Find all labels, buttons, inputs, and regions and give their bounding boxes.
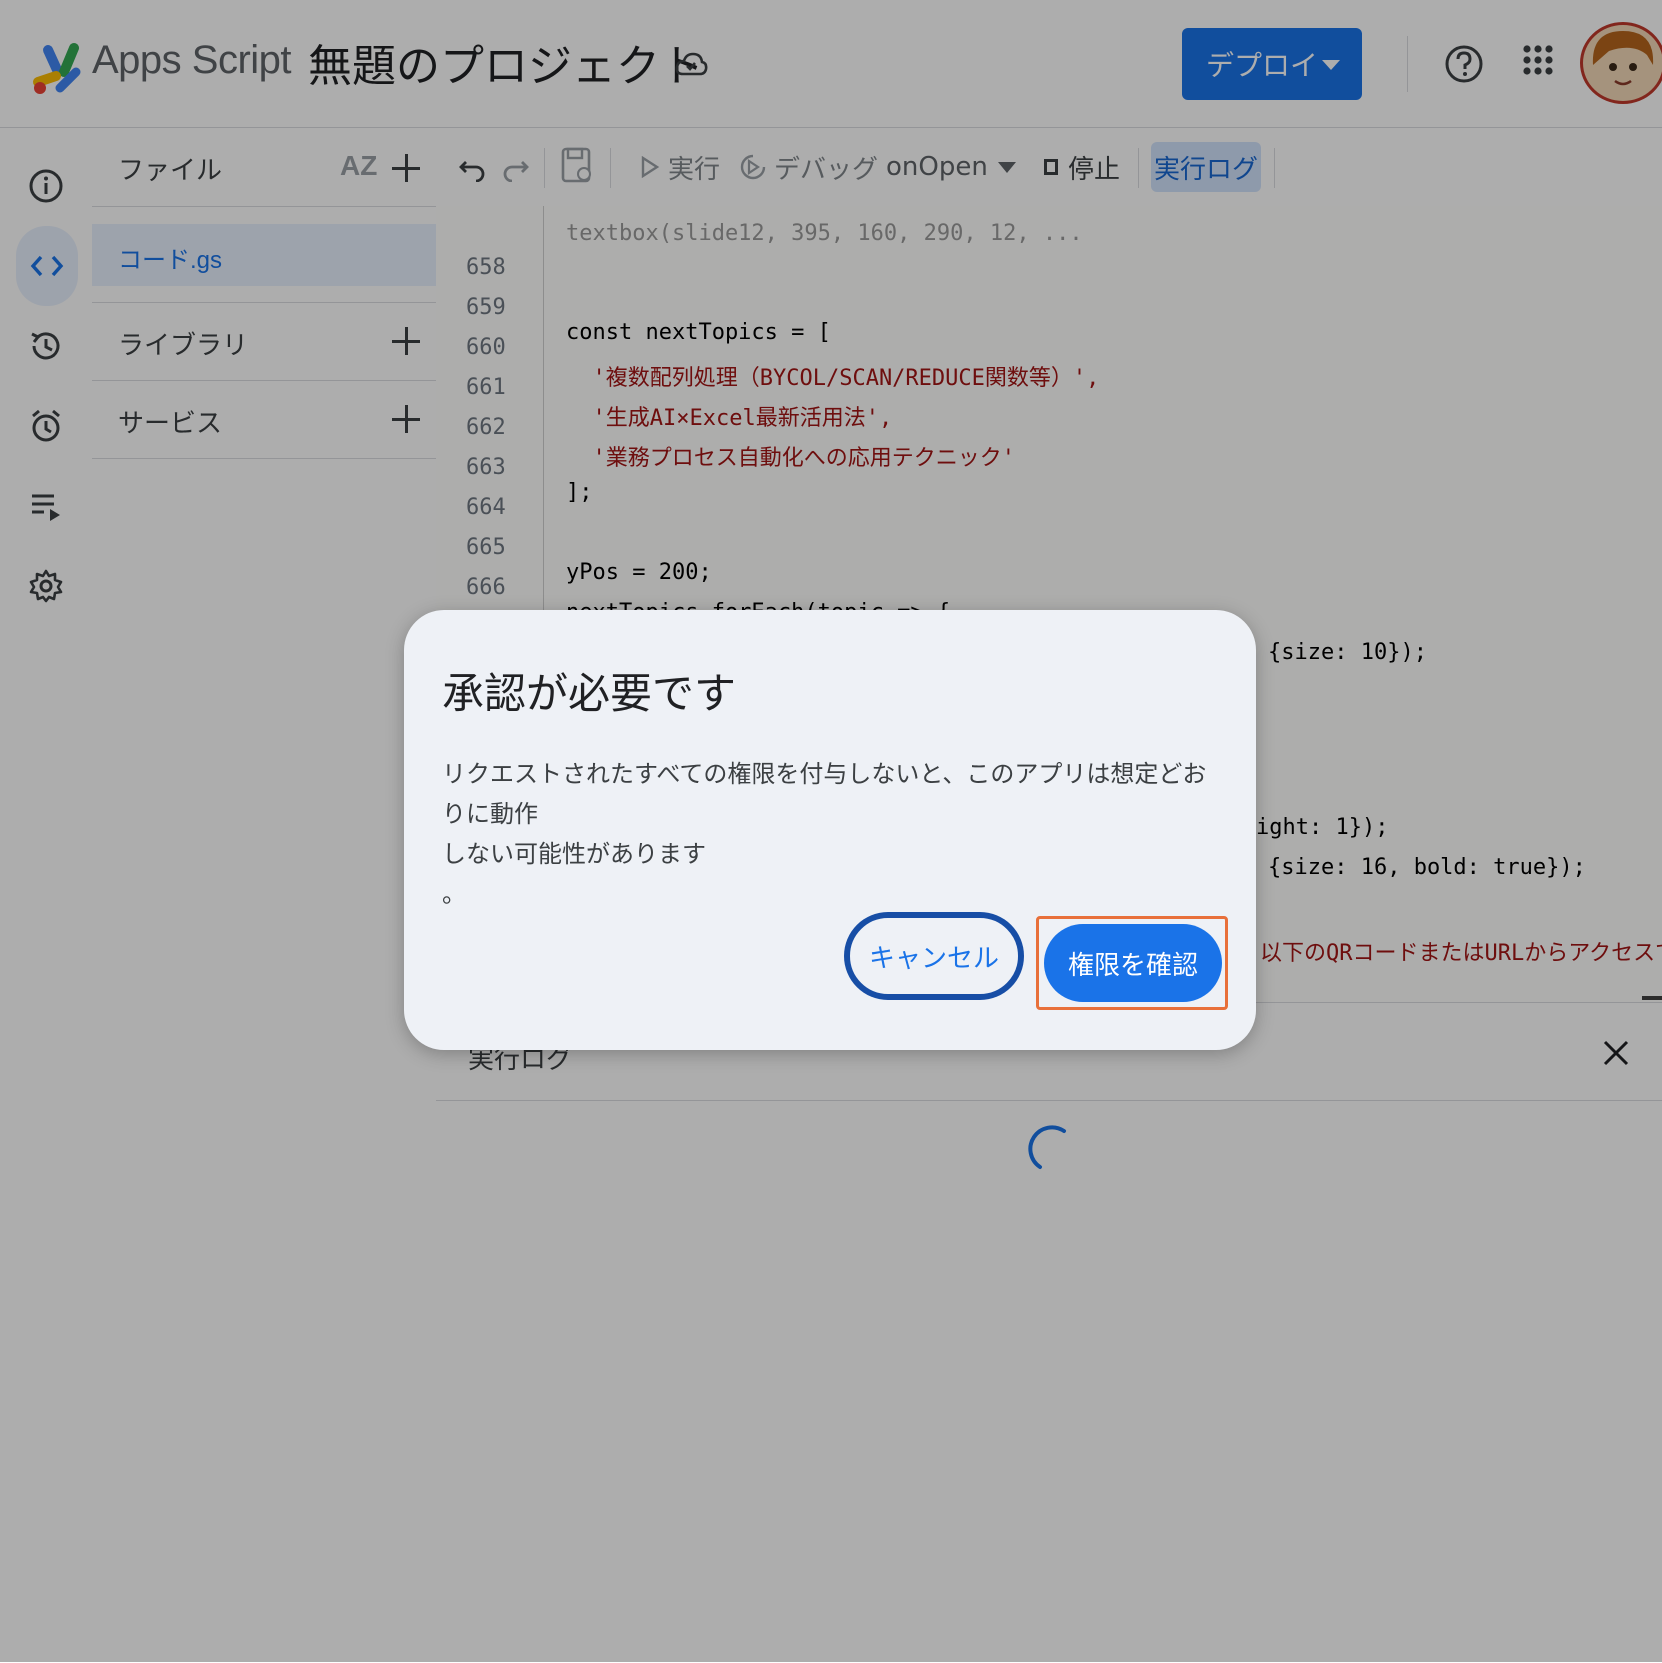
cancel-button[interactable]: キャンセル <box>846 914 1022 998</box>
authorization-dialog: 承認が必要です リクエストされたすべての権限を付与しないと、このアプリは想定どお… <box>404 610 1256 1050</box>
cancel-button-label: キャンセル <box>868 943 999 974</box>
dialog-message-line: 。 <box>442 880 466 908</box>
dialog-message: リクエストされたすべての権限を付与しないと、このアプリは想定どおりに動作 しない… <box>442 754 1222 914</box>
dialog-message-line: リクエストされたすべての権限を付与しないと、このアプリは想定どおりに動作 <box>442 760 1207 828</box>
dialog-title: 承認が必要です <box>442 669 737 718</box>
review-permissions-button[interactable]: 権限を確認 <box>1044 924 1222 1002</box>
dialog-message-line: しない可能性があります <box>442 840 706 868</box>
review-permissions-label: 権限を確認 <box>1067 950 1198 981</box>
